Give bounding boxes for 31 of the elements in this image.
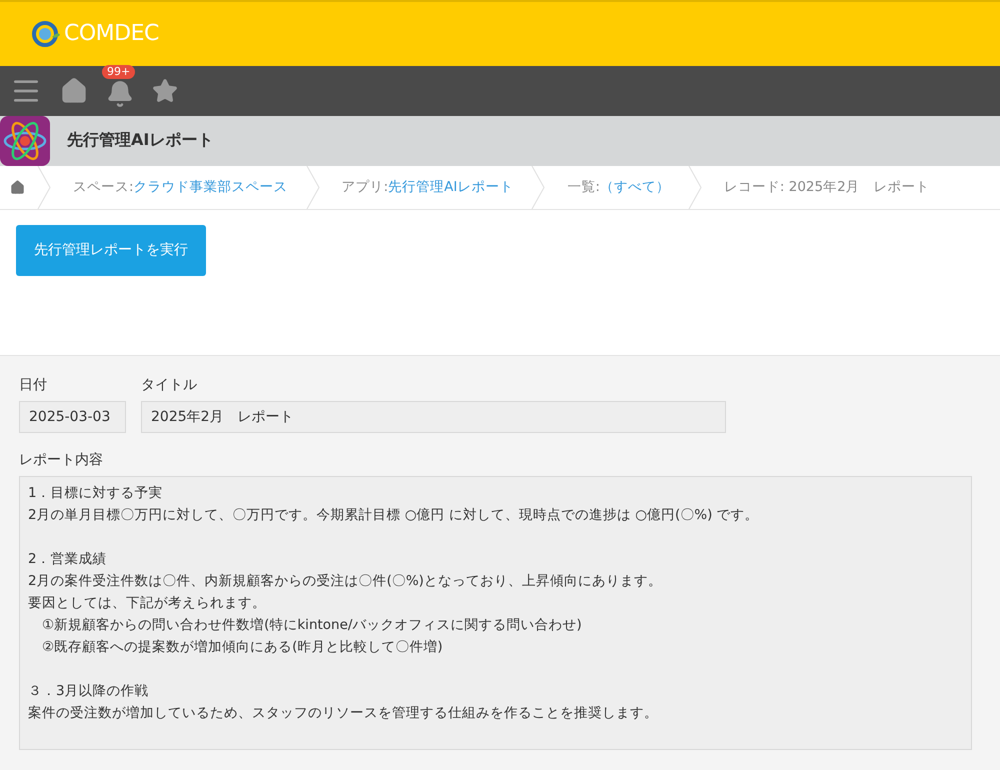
report-text: 案件の受注数が増加しているため、スタッフのリソースを管理する仕組みを作ることを推奨します。 [28, 704, 659, 723]
section-heading: 2．営業成績 [28, 550, 108, 569]
logo-text: COMDEC [64, 21, 159, 46]
field-label: レポート内容 [19, 451, 104, 469]
breadcrumb-label: 一覧: [567, 178, 600, 196]
report-text: ②既存顧客への提案数が増加傾向にある(昨月と比較して〇件増) [41, 638, 444, 657]
notifications-button[interactable] [106, 80, 134, 108]
breadcrumb-link[interactable]: 先行管理AIレポート [388, 178, 514, 196]
logo-icon [32, 20, 62, 47]
breadcrumb-link[interactable]: クラウド事業部スペース [134, 178, 288, 196]
breadcrumb-label: スペース: [73, 178, 134, 196]
breadcrumb-label: アプリ: [342, 178, 388, 196]
home-button[interactable] [60, 76, 88, 105]
app-title: 先行管理AIレポート [67, 130, 214, 152]
report-text: 2月の単月目標〇万円に対して、〇万円です。今期累計目標 ○億円 に対して、現時点での進捗は ○億円(〇%) です。 [28, 506, 760, 525]
field-label: 日付 [19, 376, 48, 394]
report-text: 2月の案件受注件数は〇件、内新規顧客からの受注は〇件(〇%)となっており、上昇傾向にあります。 [28, 572, 663, 591]
breadcrumb-link[interactable]: （すべて） [600, 178, 670, 196]
report-text: 要因としては、下記が考えられます。 [28, 594, 267, 613]
favorites-button[interactable] [152, 78, 178, 104]
section-heading: 1．目標に対する予実 [28, 484, 164, 503]
report-text: ①新規顧客からの問い合わせ件数増(特にkintone/バックオフィスに関する問い合わせ) [41, 616, 583, 635]
section-heading: ３．3月以降の作戦 [28, 682, 150, 701]
atom-app-icon [0, 116, 50, 166]
field-label: タイトル [141, 376, 198, 394]
run-report-button[interactable]: 先行管理レポートを実行 [16, 224, 206, 276]
breadcrumb-label: レコード: 2025年2月 レポート [724, 178, 930, 196]
notification-badge: 99+ [102, 64, 136, 79]
date-field: 2025-03-03 [19, 401, 126, 433]
home-button[interactable] [10, 180, 25, 195]
title-field: 2025年2月 レポート [141, 401, 726, 433]
